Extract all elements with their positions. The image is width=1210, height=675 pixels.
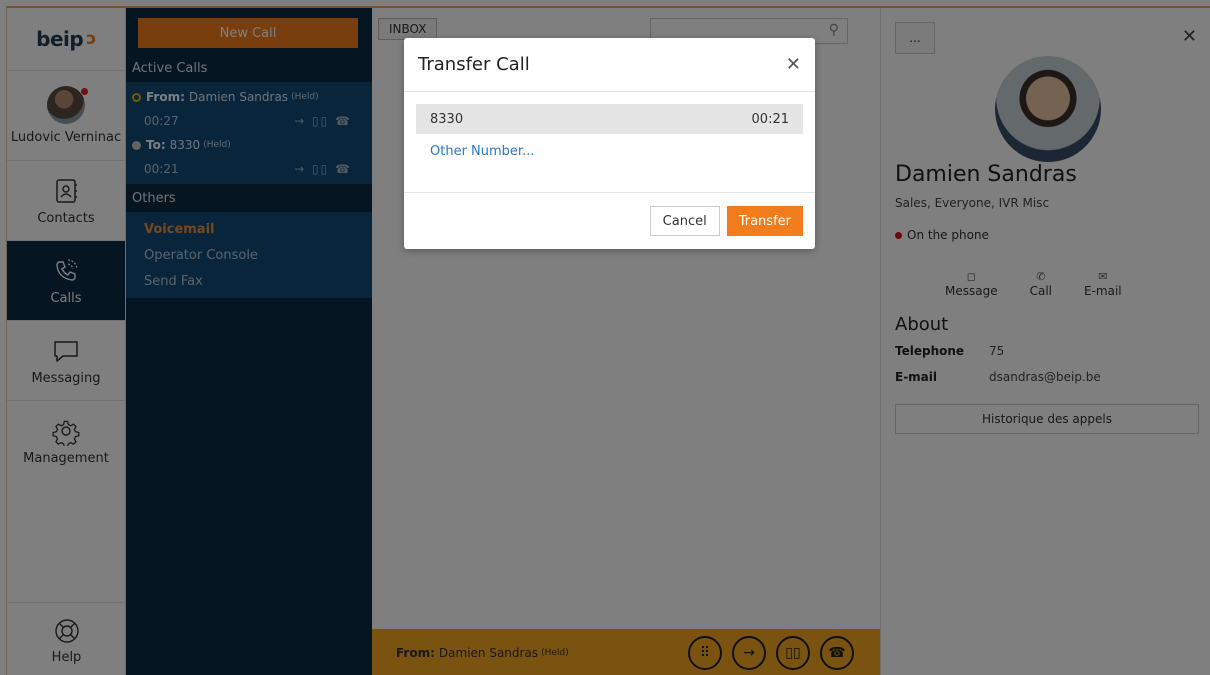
cancel-button[interactable]: Cancel <box>649 206 720 236</box>
transfer-target-call[interactable]: 8330 00:21 <box>416 104 803 134</box>
transfer-call-dialog: Transfer Call ✕ 8330 00:21 Other Number.… <box>404 38 815 249</box>
transfer-target-number: 8330 <box>430 111 464 127</box>
other-number-link[interactable]: Other Number... <box>416 144 803 159</box>
close-icon[interactable]: ✕ <box>786 54 801 75</box>
transfer-target-time: 00:21 <box>751 111 789 127</box>
dialog-title: Transfer Call <box>418 54 530 75</box>
transfer-button[interactable]: Transfer <box>726 206 803 236</box>
